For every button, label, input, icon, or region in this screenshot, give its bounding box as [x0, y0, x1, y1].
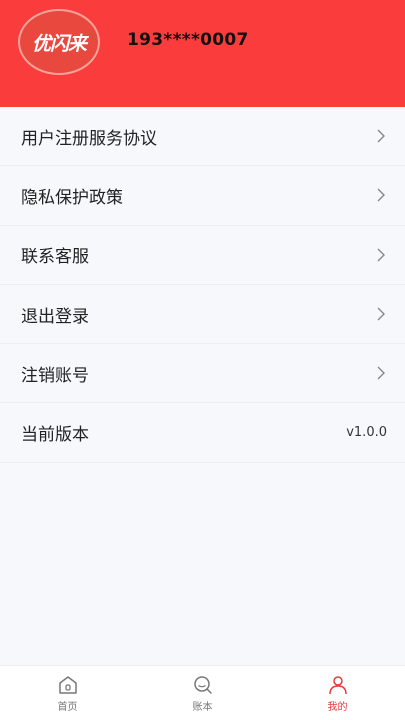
- avatar[interactable]: 优闪来: [18, 9, 100, 75]
- tab-home[interactable]: 首页: [0, 666, 135, 720]
- version-label: 当前版本: [21, 425, 89, 446]
- chevron-right-icon: [377, 129, 385, 143]
- menu-item-label: 用户注册服务协议: [21, 128, 157, 149]
- tab-mine[interactable]: 我的: [270, 666, 405, 720]
- menu-item-user-agreement[interactable]: 用户注册服务协议: [0, 107, 405, 167]
- menu-item-privacy-policy[interactable]: 隐私保护政策: [0, 166, 405, 226]
- profile-header: 优闪来 193****0007: [0, 0, 405, 107]
- bottom-tab-bar: 首页 账本 我的: [0, 665, 405, 720]
- chevron-right-icon: [377, 307, 385, 321]
- menu-item-delete-account[interactable]: 注销账号: [0, 344, 405, 404]
- menu-item-label: 退出登录: [21, 306, 89, 327]
- search-icon: [193, 675, 212, 694]
- tab-label: 我的: [327, 701, 348, 713]
- user-icon: [328, 675, 347, 694]
- version-value: v1.0.0: [346, 425, 387, 441]
- chevron-right-icon: [377, 366, 385, 380]
- settings-menu: 用户注册服务协议 隐私保护政策 联系客服 退出登录 注销账号 当前版本 v1.0…: [0, 107, 405, 463]
- menu-item-version: 当前版本 v1.0.0: [0, 403, 405, 463]
- logo-text: 优闪来: [31, 32, 87, 55]
- tab-label: 首页: [57, 701, 78, 713]
- menu-item-contact-service[interactable]: 联系客服: [0, 225, 405, 285]
- tab-label: 账本: [192, 701, 213, 713]
- chevron-right-icon: [377, 248, 385, 262]
- home-icon: [58, 675, 77, 694]
- menu-item-label: 隐私保护政策: [21, 187, 123, 208]
- phone-number: 193****0007: [127, 30, 249, 50]
- menu-item-label: 联系客服: [21, 247, 89, 268]
- tab-ledger[interactable]: 账本: [135, 666, 270, 720]
- menu-item-logout[interactable]: 退出登录: [0, 284, 405, 345]
- menu-item-label: 注销账号: [21, 365, 89, 386]
- chevron-right-icon: [377, 188, 385, 202]
